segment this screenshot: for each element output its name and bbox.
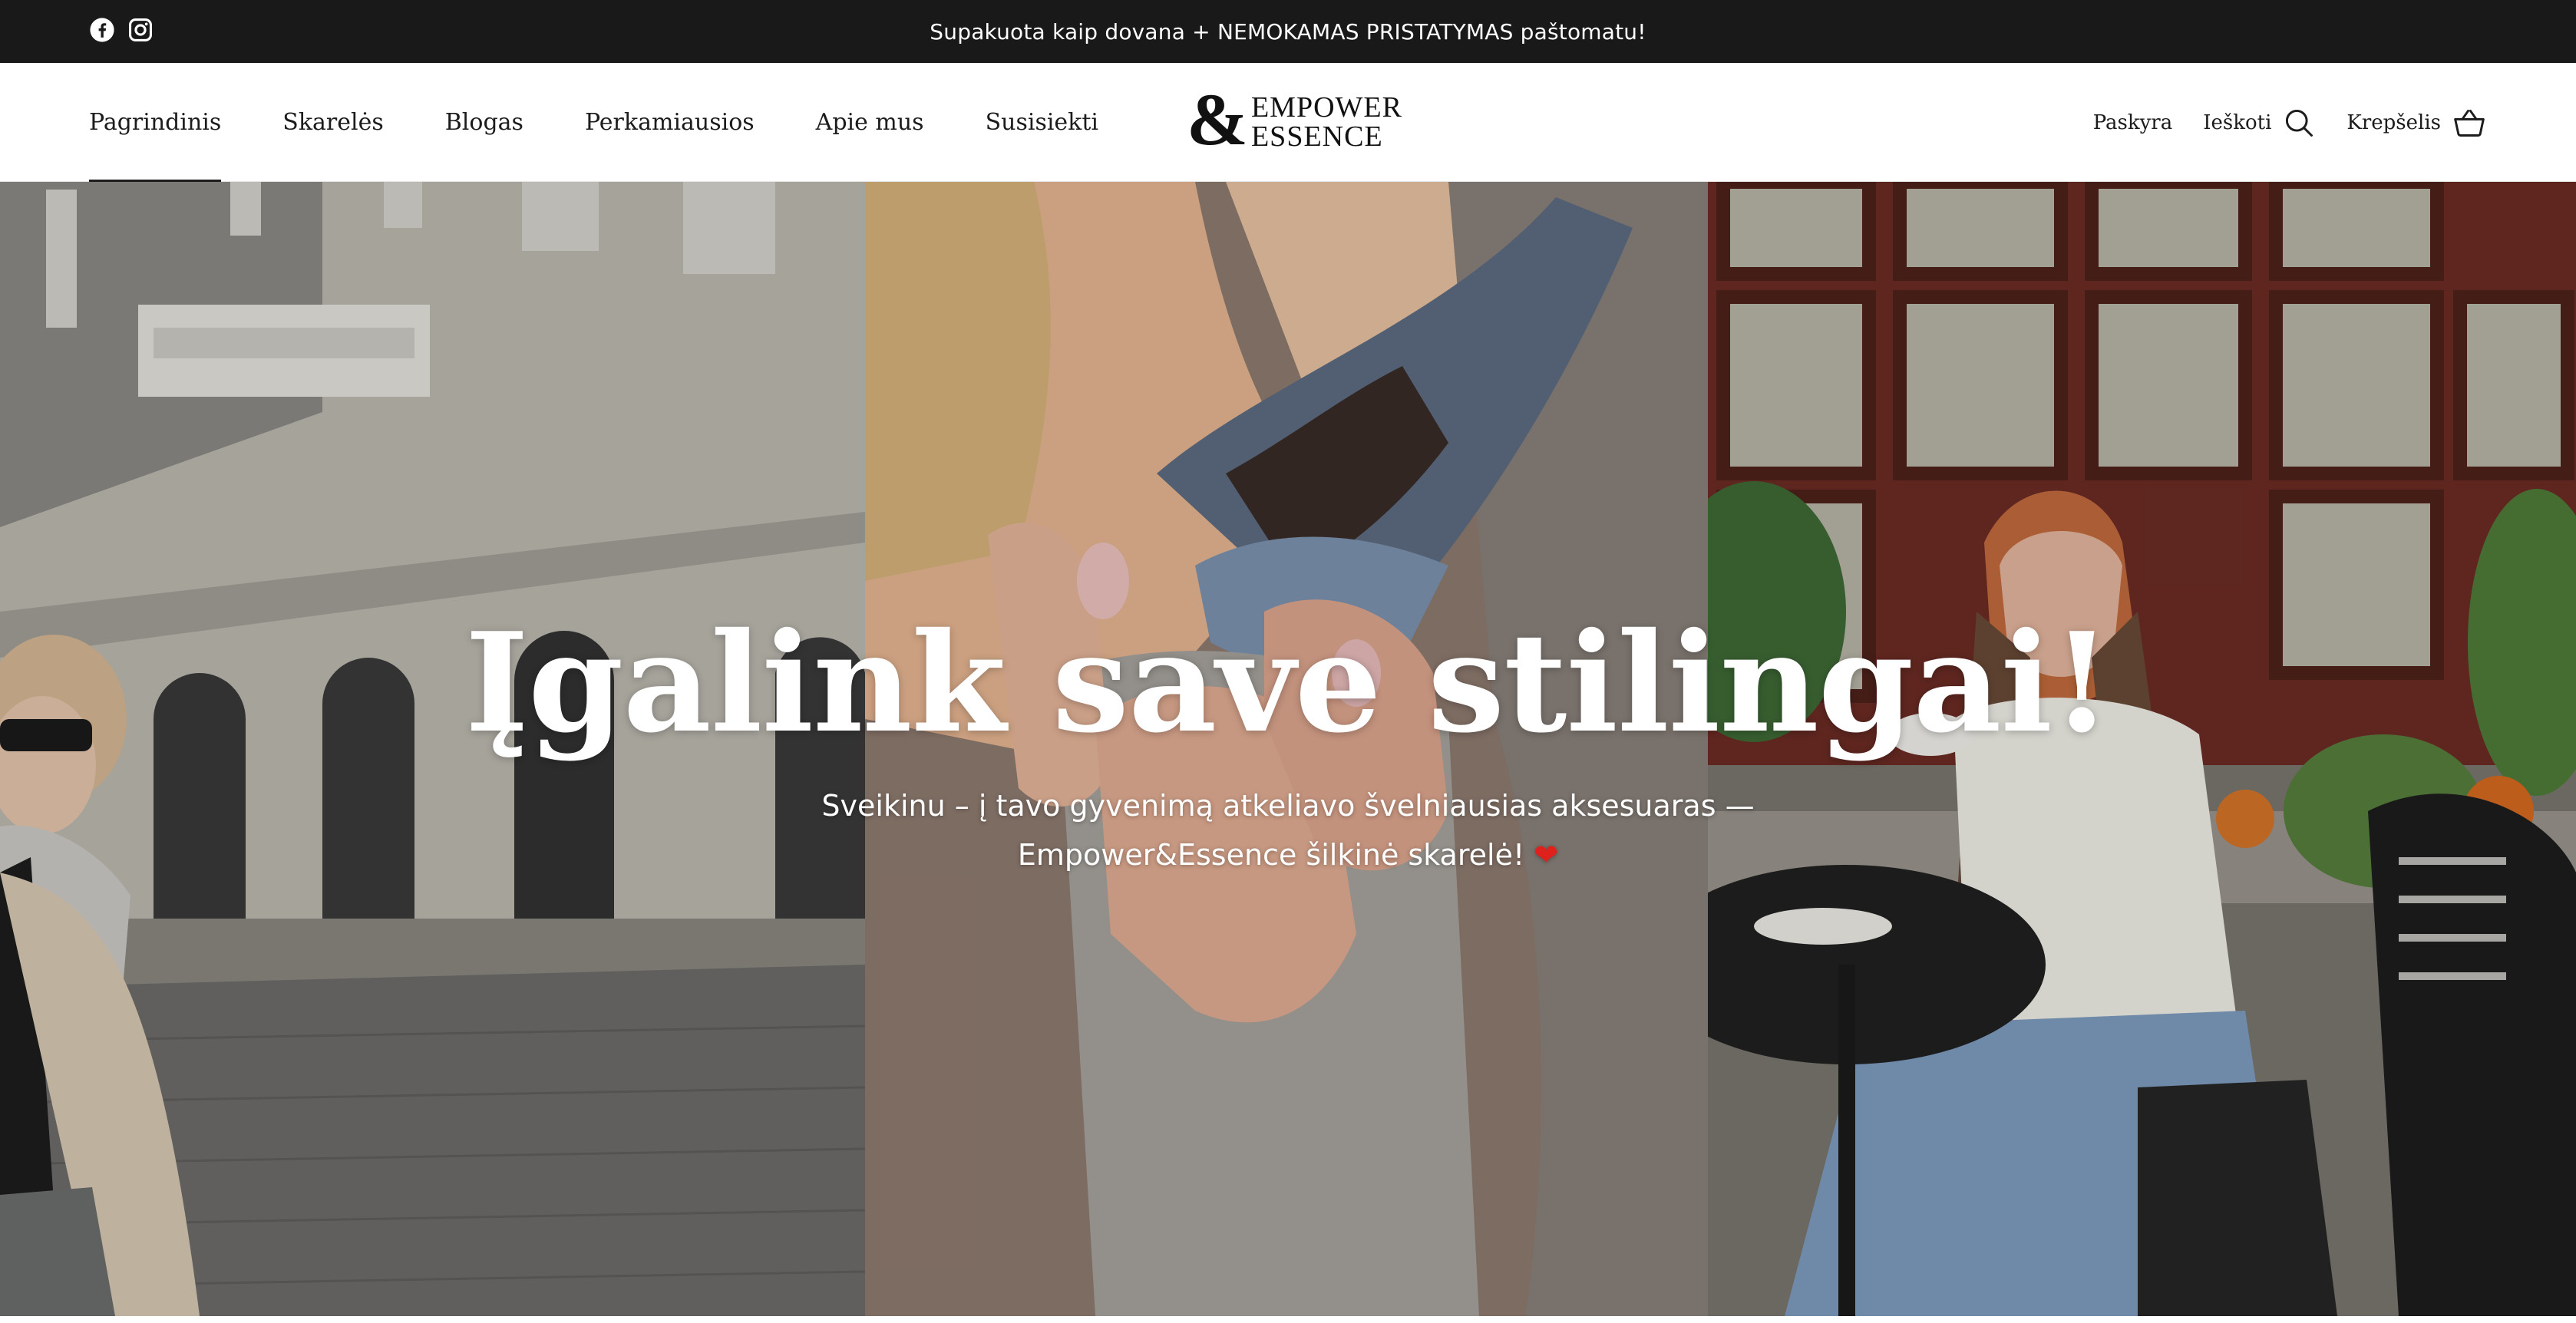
hero-section: Įgalink save stilingai! Sveikinu – į tav…	[0, 182, 2576, 1316]
nav-item-pagrindinis[interactable]: Pagrindinis	[89, 63, 222, 182]
heart-icon: ❤	[1534, 837, 1559, 872]
hero-title: Įgalink save stilingai!	[464, 602, 2112, 763]
announcement-bar: Supakuota kaip dovana + NEMOKAMAS PRISTA…	[0, 0, 2576, 63]
nav-item-susisiekti[interactable]: Susisiekti	[986, 63, 1098, 182]
account-link[interactable]: Paskyra	[2093, 111, 2173, 134]
logo-line-1: EMPOWER	[1250, 91, 1402, 124]
search-button[interactable]: Ieškoti	[2203, 106, 2316, 140]
main-nav: Pagrindinis Skarelės Blogas Perkamiausio…	[89, 63, 1160, 182]
account-label: Paskyra	[2092, 111, 2173, 134]
hero-content: Įgalink save stilingai! Sveikinu – į tav…	[0, 602, 2576, 879]
logo-ampersand: &	[1187, 78, 1248, 160]
basket-icon	[2454, 109, 2485, 137]
nav-item-blogas[interactable]: Blogas	[445, 63, 523, 182]
site-header: Pagrindinis Skarelės Blogas Perkamiausio…	[0, 63, 2576, 182]
nav-item-perkamiausios[interactable]: Perkamiausios	[585, 63, 755, 182]
nav-item-skareles[interactable]: Skarelės	[282, 63, 383, 182]
brand-logo[interactable]: & EMPOWER ESSENCE	[1187, 83, 1402, 157]
hero-subtitle: Sveikinu – į tavo gyvenimą atkeliavo šve…	[689, 781, 1887, 879]
search-icon	[2286, 109, 2313, 137]
logo-wordmark: EMPOWER ESSENCE	[1251, 93, 1402, 151]
search-label: Ieškoti	[2203, 111, 2272, 134]
nav-item-apie-mus[interactable]: Apie mus	[816, 63, 924, 182]
announcement-text: Supakuota kaip dovana + NEMOKAMAS PRISTA…	[930, 18, 1646, 45]
cart-button[interactable]: Krepšelis	[2346, 106, 2487, 140]
header-utilities: Paskyra Ieškoti Krepšelis	[2062, 63, 2487, 182]
logo-line-2: ESSENCE	[1250, 120, 1383, 153]
hero-subtitle-text: Sveikinu – į tavo gyvenimą atkeliavo šve…	[821, 788, 1755, 872]
cart-label: Krepšelis	[2346, 111, 2441, 134]
